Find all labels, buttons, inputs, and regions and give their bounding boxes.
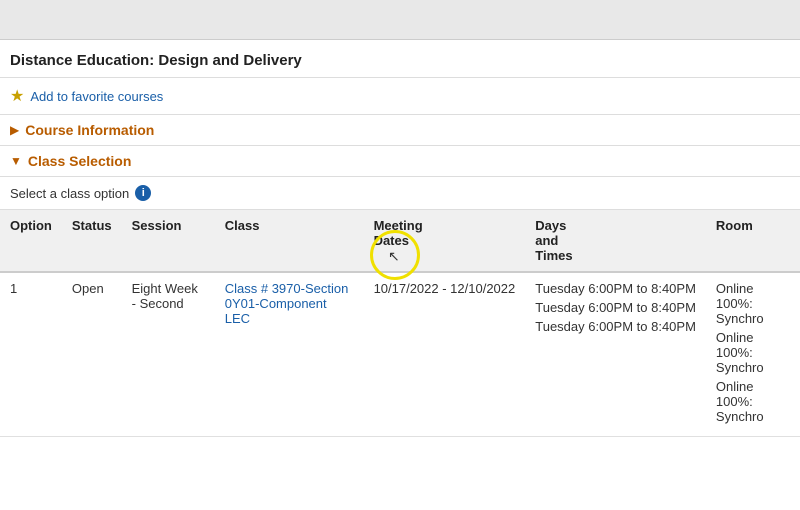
- room-entry: Online 100%: Synchro: [716, 330, 790, 375]
- class-selection-arrow: ▼: [10, 154, 22, 168]
- cell-class: Class # 3970-Section 0Y01-Component LEC: [215, 272, 364, 437]
- favorite-row: ★ Add to favorite courses: [0, 78, 800, 115]
- cell-status: Open: [62, 272, 122, 437]
- col-room: Room: [706, 210, 800, 272]
- info-icon[interactable]: i: [135, 185, 151, 201]
- days-times-entry: Tuesday 6:00PM to 8:40PM: [535, 281, 696, 296]
- table-row: 1OpenEight Week - SecondClass # 3970-Sec…: [0, 272, 800, 437]
- col-status: Status: [62, 210, 122, 272]
- select-class-row: Select a class option i: [0, 177, 800, 210]
- select-class-prompt: Select a class option: [10, 186, 129, 201]
- class-selection-header[interactable]: ▼ Class Selection: [0, 146, 800, 177]
- room-entry: Online 100%: Synchro: [716, 281, 790, 326]
- top-bar: [0, 0, 800, 40]
- cell-meeting-dates: 10/17/2022 - 12/10/2022: [364, 272, 526, 437]
- course-info-label: Course Information: [25, 122, 154, 138]
- page-title: Distance Education: Design and Delivery: [0, 40, 800, 78]
- table-header-row: Option Status Session Class MeetingDates…: [0, 210, 800, 272]
- class-table: Option Status Session Class MeetingDates…: [0, 210, 800, 437]
- class-link[interactable]: Class # 3970-Section 0Y01-Component LEC: [225, 281, 349, 326]
- col-session: Session: [122, 210, 215, 272]
- cell-session: Eight Week - Second: [122, 272, 215, 437]
- col-meeting-dates: MeetingDates: [364, 210, 526, 272]
- cell-days-times: Tuesday 6:00PM to 8:40PM Tuesday 6:00PM t…: [525, 272, 706, 437]
- add-to-favorites-link[interactable]: Add to favorite courses: [30, 89, 163, 104]
- days-times-entry: Tuesday 6:00PM to 8:40PM: [535, 319, 696, 334]
- col-days-times: DaysandTimes: [525, 210, 706, 272]
- col-option: Option: [0, 210, 62, 272]
- class-table-container: ↖ Option Status Session Class MeetingDat…: [0, 210, 800, 437]
- star-icon: ★: [10, 86, 24, 106]
- room-entry: Online 100%: Synchro: [716, 379, 790, 424]
- class-selection-label: Class Selection: [28, 153, 132, 169]
- cell-option: 1: [0, 272, 62, 437]
- cell-room: Online 100%: SynchroOnline 100%: Synchro…: [706, 272, 800, 437]
- col-class: Class: [215, 210, 364, 272]
- days-times-entry: Tuesday 6:00PM to 8:40PM: [535, 300, 696, 315]
- course-information-header[interactable]: ▶ Course Information: [0, 115, 800, 146]
- course-info-arrow: ▶: [10, 123, 19, 137]
